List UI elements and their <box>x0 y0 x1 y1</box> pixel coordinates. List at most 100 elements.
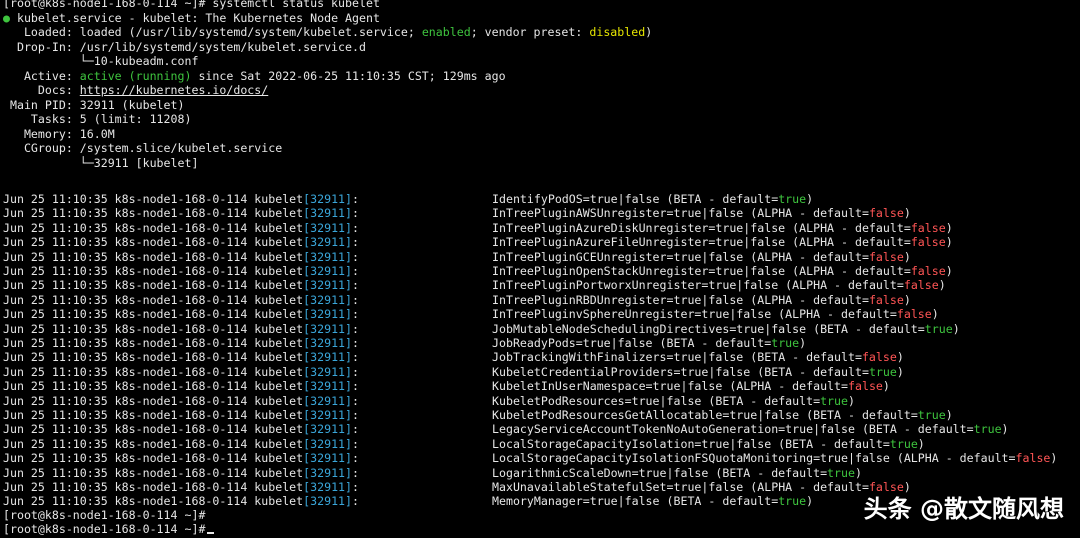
prompt-line-active[interactable]: [root@k8s-node1-168-0-114 ~]# <box>3 522 215 536</box>
log-pid: [32911] <box>303 465 353 480</box>
vendor-preset-state: disabled <box>589 25 646 39</box>
status-tasks-line: Tasks: 5 (limit: 11208) <box>3 112 192 126</box>
feature-gate-default-value: true <box>917 408 946 422</box>
feature-gate-default-label: - default= <box>841 408 918 422</box>
feature-gate-default-value: true <box>820 393 848 408</box>
log-line-prefix: Jun 25 11:10:35 k8s-node1-168-0-114 kube… <box>3 307 359 321</box>
log-pid: [32911] <box>303 480 353 494</box>
feature-gate-default-value: false <box>868 249 904 264</box>
feature-gate-close: ) <box>931 307 939 322</box>
feature-gate-stage: BETA <box>820 321 848 336</box>
log-feature-gate: LocalStorageCapacityIsolationFSQuotaMoni… <box>492 451 1057 465</box>
log-pid: [32911] <box>303 192 353 206</box>
feature-gate-name: KubeletCredentialProviders=true|false ( <box>492 364 765 379</box>
log-colon: : <box>352 307 360 322</box>
terminal-window[interactable]: [root@k8s-node1-168-0-114 ~]# systemctl … <box>0 0 1080 538</box>
feature-gate-default-value: true <box>973 422 1002 437</box>
log-colon: : <box>352 422 360 437</box>
active-bullet-icon: ● <box>3 11 10 25</box>
feature-gate-name: MaxUnavailableStatefulSet=true|false ( <box>492 480 758 494</box>
log-line-prefix: Jun 25 11:10:35 k8s-node1-168-0-114 kube… <box>3 293 359 307</box>
feature-gate-default-label: - default= <box>938 451 1016 466</box>
log-feature-gate: KubeletPodResources=true|false (BETA - d… <box>492 394 855 408</box>
feature-gate-default-label: - default= <box>792 292 869 307</box>
feature-gate-default-label: - default= <box>785 350 862 365</box>
feature-gate-name: LocalStorageCapacityIsolation=true|false… <box>492 436 786 451</box>
status-unit-line: ● kubelet.service - kubelet: The Kuberne… <box>3 11 380 25</box>
feature-gate-default-label: - default= <box>896 422 974 437</box>
log-feature-gate: LegacyServiceAccountTokenNoAutoGeneratio… <box>492 422 1009 436</box>
unit-description: kubelet.service - kubelet: The Kubernete… <box>9 11 380 25</box>
log-pid: [32911] <box>303 393 353 408</box>
log-colon: : <box>352 278 360 293</box>
loaded-close: ) <box>645 25 653 39</box>
feature-gate-close: ) <box>952 321 960 336</box>
feature-gate-name: InTreePluginOpenStackUnregister=true|fal… <box>492 264 800 278</box>
feature-gate-name: InTreePluginPortworxUnregister=true|fals… <box>492 278 793 293</box>
feature-gate-close: ) <box>799 336 807 350</box>
feature-gate-default-label: - default= <box>827 278 904 293</box>
feature-gate-close: ) <box>945 220 953 235</box>
feature-gate-close: ) <box>882 379 890 394</box>
log-source: Jun 25 11:10:35 k8s-node1-168-0-114 kube… <box>3 350 304 365</box>
feature-gate-stage: ALPHA <box>757 249 793 264</box>
log-line-prefix: Jun 25 11:10:35 k8s-node1-168-0-114 kube… <box>3 350 359 364</box>
log-feature-gate: InTreePluginAzureFileUnregister=true|fal… <box>492 235 953 249</box>
log-feature-gate: IdentifyPodOS=true|false (BETA - default… <box>492 192 813 206</box>
feature-gate-close: ) <box>945 408 953 422</box>
feature-gate-default-label: - default= <box>701 494 779 509</box>
status-cgroup-process: └─32911 [kubelet] <box>3 156 199 170</box>
feature-gate-default-value: true <box>778 494 807 509</box>
feature-gate-name: JobTrackingWithFinalizers=true|false ( <box>492 350 758 365</box>
log-pid: [32911] <box>303 436 353 451</box>
feature-gate-stage: BETA <box>715 393 744 408</box>
feature-gate-stage: BETA <box>673 192 702 206</box>
log-pid: [32911] <box>303 379 353 394</box>
log-colon: : <box>352 220 360 235</box>
log-source: Jun 25 11:10:35 k8s-node1-168-0-114 kube… <box>3 278 304 293</box>
feature-gate-close: ) <box>896 350 904 365</box>
log-feature-gate: InTreePluginPortworxUnregister=true|fals… <box>492 278 946 292</box>
feature-gate-stage: ALPHA <box>799 220 835 235</box>
log-feature-gate: InTreePluginRBDUnregister=true|false (AL… <box>492 293 911 307</box>
log-feature-gate: LocalStorageCapacityIsolation=true|false… <box>492 437 925 451</box>
feature-gate-close: ) <box>903 206 911 221</box>
feature-gate-name: InTreePluginvSphereUnregister=true|false… <box>492 307 786 322</box>
feature-gate-close: ) <box>903 249 911 264</box>
feature-gate-default-label: - default= <box>820 307 897 322</box>
feature-gate-name: InTreePluginAzureDiskUnregister=true|fal… <box>492 220 800 235</box>
feature-gate-name: InTreePluginAzureFileUnregister=true|fal… <box>492 235 800 250</box>
feature-gate-stage: BETA <box>673 494 702 509</box>
feature-gate-name: IdentifyPodOS=true|false ( <box>492 192 674 206</box>
log-feature-gate: KubeletCredentialProviders=true|false (B… <box>492 365 904 379</box>
feature-gate-stage: BETA <box>666 336 695 350</box>
feature-gate-close: ) <box>1050 451 1058 466</box>
log-colon: : <box>352 436 360 451</box>
log-pid: [32911] <box>303 494 353 509</box>
feature-gate-close: ) <box>1001 422 1009 437</box>
feature-gate-stage: ALPHA <box>757 480 793 494</box>
feature-gate-default-label: - default= <box>834 220 911 235</box>
feature-gate-default-label: - default= <box>847 321 925 336</box>
feature-gate-default-label: - default= <box>750 465 828 480</box>
feature-gate-close: ) <box>903 292 911 307</box>
log-pid: [32911] <box>303 278 353 293</box>
log-line-prefix: Jun 25 11:10:35 k8s-node1-168-0-114 kube… <box>3 408 359 422</box>
dropin-path: /usr/lib/systemd/system/kubelet.service.… <box>79 40 366 54</box>
log-line-prefix: Jun 25 11:10:35 k8s-node1-168-0-114 kube… <box>3 192 359 206</box>
log-pid: [32911] <box>303 249 353 264</box>
log-source: Jun 25 11:10:35 k8s-node1-168-0-114 kube… <box>3 235 304 250</box>
docs-link[interactable]: https://kubernetes.io/docs/ <box>80 83 268 97</box>
log-colon: : <box>352 336 360 350</box>
feature-gate-stage: ALPHA <box>799 264 835 278</box>
log-pid: [32911] <box>303 336 353 350</box>
log-line-prefix: Jun 25 11:10:35 k8s-node1-168-0-114 kube… <box>3 336 359 350</box>
log-feature-gate: JobTrackingWithFinalizers=true|false (BE… <box>492 350 904 364</box>
feature-gate-name: JobMutableNodeSchedulingDirectives=true|… <box>492 321 821 336</box>
log-colon: : <box>352 364 360 379</box>
feature-gate-default-value: true <box>827 465 855 480</box>
log-line-prefix: Jun 25 11:10:35 k8s-node1-168-0-114 kube… <box>3 235 359 249</box>
log-colon: : <box>352 465 360 480</box>
log-colon: : <box>352 321 360 336</box>
log-feature-gate: LogarithmicScaleDown=true|false (BETA - … <box>492 466 862 480</box>
